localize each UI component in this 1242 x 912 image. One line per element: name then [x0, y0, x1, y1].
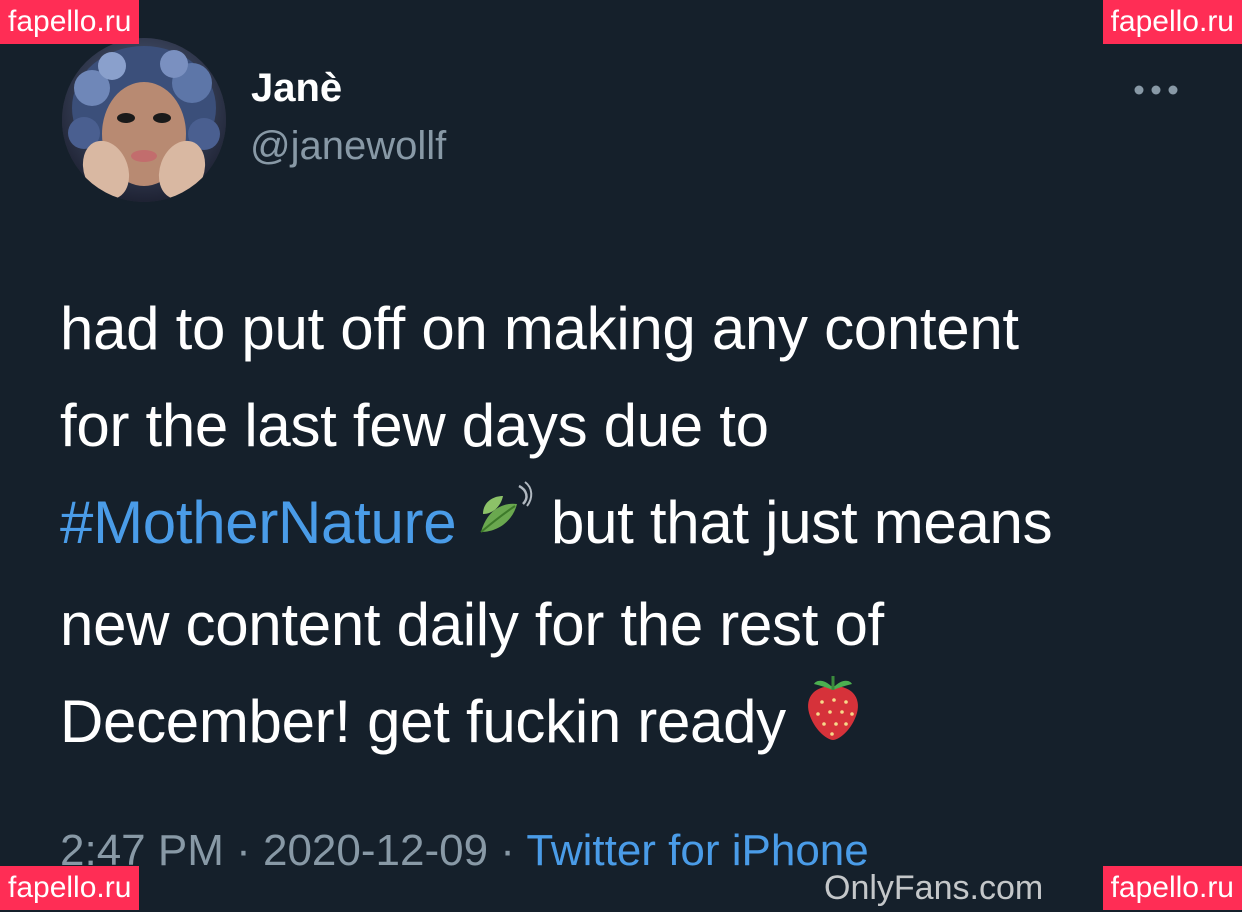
more-horizontal-icon — [1134, 85, 1178, 95]
tweet-line: had to put off on making any content — [60, 295, 1019, 362]
tweet-line: new content daily for the rest of — [60, 590, 884, 658]
hashtag-link[interactable]: #MotherNature — [60, 489, 457, 556]
tweet-line-rest: but that just means — [534, 489, 1053, 556]
tweet-text: had to put off on making any content for… — [60, 280, 1200, 776]
more-options-button[interactable] — [1128, 70, 1184, 110]
tweet-metadata: 2:47 PM · 2020-12-09 · Twitter for iPhon… — [60, 826, 869, 876]
display-name[interactable]: Janè — [251, 66, 342, 111]
tweet-line-text: December! get fuckin ready — [60, 687, 803, 755]
meta-separator: · — [223, 826, 263, 875]
avatar-image — [62, 38, 226, 202]
onlyfans-watermark: OnlyFans.com — [824, 869, 1044, 907]
avatar[interactable] — [62, 38, 226, 202]
user-handle[interactable]: @janewollf — [250, 124, 446, 169]
tweet-source-link[interactable]: Twitter for iPhone — [526, 826, 868, 875]
tweet-line: for the last few days due to — [60, 392, 769, 459]
tweet-line: December! get fuckin ready — [60, 673, 1200, 776]
meta-separator: · — [488, 826, 527, 875]
strawberry-emoji-icon — [802, 670, 864, 770]
tweet-date[interactable]: 2020-12-09 — [263, 826, 488, 875]
leaf-emoji-icon — [473, 473, 535, 570]
watermark-top-left: fapello.ru — [0, 0, 140, 44]
tweet-line: #MotherNature but that just means — [60, 474, 1200, 576]
watermark-bottom-left: fapello.ru — [0, 866, 140, 910]
tweet-card: Janè @janewollf had to put off on making… — [0, 0, 1242, 912]
watermark-bottom-right: fapello.ru — [1102, 866, 1242, 910]
watermark-top-right: fapello.ru — [1102, 0, 1242, 44]
